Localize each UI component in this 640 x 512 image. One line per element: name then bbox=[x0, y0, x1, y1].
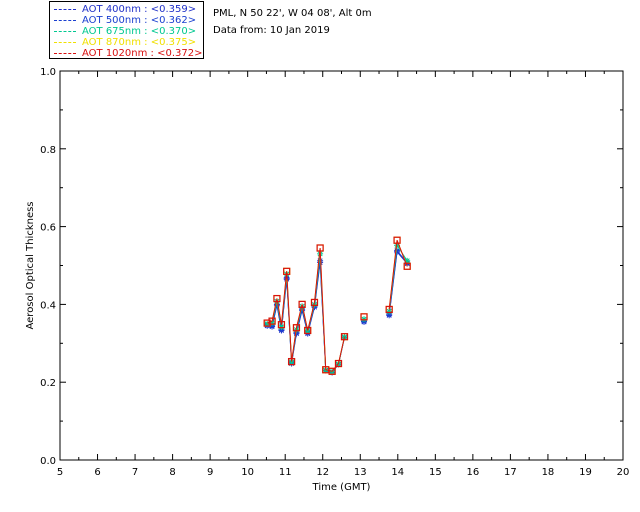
data-point-star bbox=[278, 323, 285, 330]
y-tick-label: 1.0 bbox=[40, 67, 56, 78]
x-tick-label: 11 bbox=[279, 467, 292, 478]
series-line bbox=[266, 247, 345, 372]
x-tick-label: 19 bbox=[579, 467, 592, 478]
legend-label-500nm: AOT 500nm : <0.362> bbox=[82, 15, 197, 26]
legend-swatch-400nm bbox=[54, 9, 76, 10]
x-axis-label: Time (GMT) bbox=[312, 482, 371, 493]
x-tick-label: 16 bbox=[466, 467, 479, 478]
legend-label-1020nm: AOT 1020nm : <0.372> bbox=[82, 48, 203, 59]
axis-ticks: 5 6 7 8 9 10 11 12 13 14 15 16 17 18 19 20 0.0 0.2 0.4 0.6 0… bbox=[40, 67, 629, 478]
series-line bbox=[388, 243, 408, 312]
x-tick-label: 17 bbox=[504, 467, 517, 478]
x-tick-label: 8 bbox=[169, 467, 175, 478]
legend-label-675nm: AOT 675nm : <0.370> bbox=[82, 26, 197, 37]
plot-frame bbox=[59, 70, 624, 461]
series-2 bbox=[264, 242, 411, 375]
legend-item-870nm: AOT 870nm : <0.375> bbox=[54, 37, 196, 48]
x-tick-label: 20 bbox=[617, 467, 630, 478]
y-tick-label: 0.8 bbox=[40, 145, 56, 156]
legend-swatch-870nm bbox=[54, 42, 76, 43]
data-point-star bbox=[361, 316, 368, 323]
x-tick-label: 7 bbox=[132, 467, 138, 478]
y-tick-label: 0.6 bbox=[40, 223, 56, 234]
legend: AOT 400nm : <0.359> AOT 500nm : <0.362> … bbox=[49, 1, 204, 59]
y-tick-label: 0.4 bbox=[40, 300, 56, 311]
series-layer bbox=[263, 236, 411, 376]
x-tick-label: 13 bbox=[354, 467, 367, 478]
aot-chart: 5 6 7 8 9 10 11 12 13 14 15 16 17 18 19 20 0.0 0.2 0.4 0.6 0… bbox=[25, 67, 629, 493]
legend-label-400nm: AOT 400nm : <0.359> bbox=[82, 4, 197, 15]
y-tick-label: 0.2 bbox=[40, 378, 56, 389]
y-tick-label: 0.0 bbox=[40, 456, 56, 467]
legend-swatch-1020nm bbox=[54, 53, 76, 54]
x-tick-label: 5 bbox=[57, 467, 63, 478]
series-line bbox=[267, 262, 345, 374]
x-tick-label: 14 bbox=[391, 467, 404, 478]
x-tick-label: 15 bbox=[429, 467, 442, 478]
x-tick-label: 18 bbox=[542, 467, 555, 478]
legend-swatch-675nm bbox=[54, 31, 76, 32]
series-4 bbox=[263, 236, 411, 375]
x-tick-label: 12 bbox=[316, 467, 329, 478]
series-line bbox=[267, 253, 345, 373]
legend-swatch-500nm bbox=[54, 20, 76, 21]
legend-item-1020nm: AOT 1020nm : <0.372> bbox=[54, 48, 202, 59]
x-tick-label: 6 bbox=[94, 467, 100, 478]
x-tick-label: 9 bbox=[207, 467, 213, 478]
x-tick-label: 10 bbox=[241, 467, 254, 478]
series-3 bbox=[263, 236, 411, 375]
legend-label-870nm: AOT 870nm : <0.375> bbox=[82, 37, 197, 48]
series-line bbox=[267, 260, 345, 373]
y-axis-label: Aerosol Optical Thickness bbox=[25, 201, 36, 329]
date-info: Data from: 10 Jan 2019 bbox=[213, 25, 330, 36]
site-info: PML, N 50 22', W 04 08', Alt 0m bbox=[213, 8, 372, 19]
legend-item-400nm: AOT 400nm : <0.359> bbox=[54, 4, 196, 15]
legend-item-500nm: AOT 500nm : <0.362> bbox=[54, 15, 196, 26]
legend-item-675nm: AOT 675nm : <0.370> bbox=[54, 26, 196, 37]
